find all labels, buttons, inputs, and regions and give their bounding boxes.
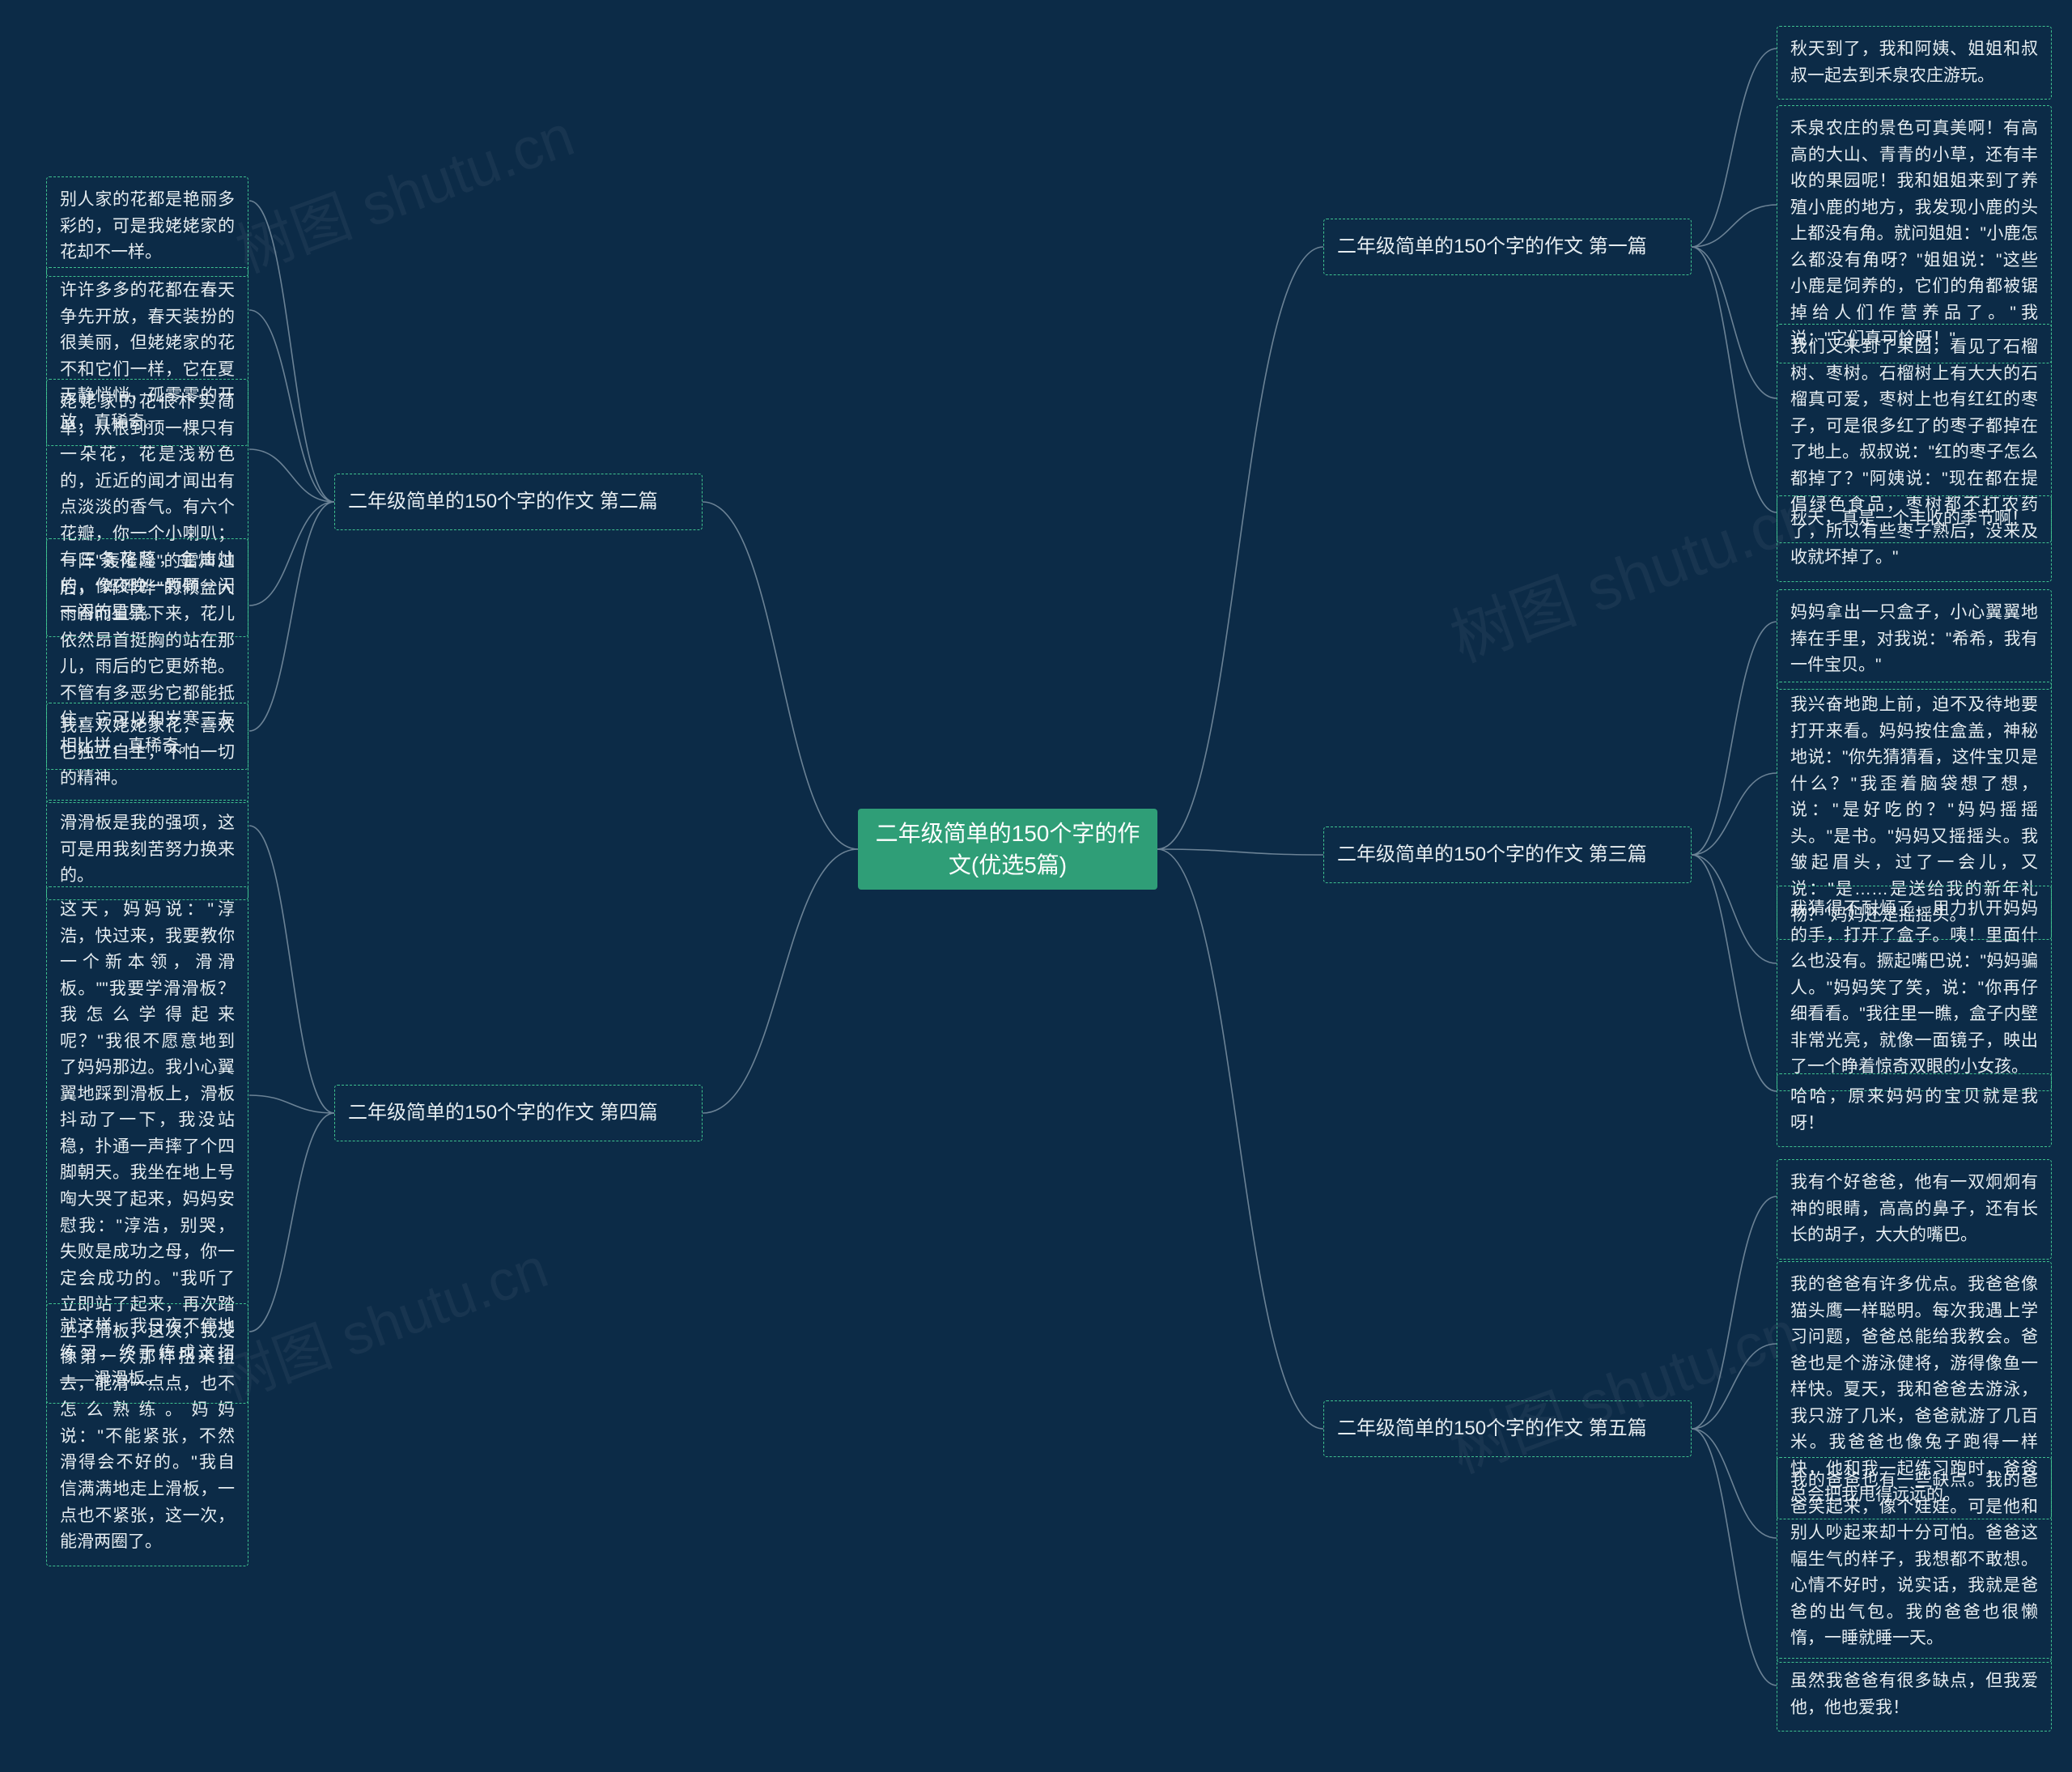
leaf-node[interactable]: 秋天，真是一个丰收的季节啊！	[1777, 495, 2052, 543]
root-title: 二年级简单的150个字的作文(优选5篇)	[874, 818, 1141, 881]
leaf-text: 我有个好爸爸，他有一双炯炯有神的眼睛，高高的鼻子，还有长长的胡子，大大的嘴巴。	[1790, 1173, 2038, 1244]
leaf-text: 就这样，我日夜不停地练习，终于练成这招——滑滑板。	[60, 1317, 235, 1388]
branch-label: 二年级简单的150个字的作文 第四篇	[348, 1100, 658, 1126]
leaf-text: 我喜欢姥姥家花，喜欢它独立自主，不怕一切的精神。	[60, 716, 235, 788]
leaf-node[interactable]: 虽然我爸爸有很多缺点，但我爱他，他也爱我！	[1777, 1658, 2052, 1732]
leaf-text: 秋天，真是一个丰收的季节啊！	[1790, 509, 2028, 528]
branch-node-2[interactable]: 二年级简单的150个字的作文 第二篇	[334, 474, 703, 530]
leaf-text: 虽然我爸爸有很多缺点，但我爱他，他也爱我！	[1790, 1672, 2038, 1717]
leaf-node[interactable]: 秋天到了，我和阿姨、姐姐和叔叔一起去到禾泉农庄游玩。	[1777, 26, 2052, 100]
branch-label: 二年级简单的150个字的作文 第五篇	[1337, 1416, 1647, 1442]
leaf-text: 妈妈拿出一只盒子，小心翼翼地捧在手里，对我说："希希，我有一件宝贝。"	[1790, 603, 2038, 674]
root-node[interactable]: 二年级简单的150个字的作文(优选5篇)	[858, 809, 1157, 890]
leaf-text: 别人家的花都是艳丽多彩的，可是我姥姥家的花却不一样。	[60, 190, 235, 261]
branch-label: 二年级简单的150个字的作文 第二篇	[348, 489, 658, 515]
branch-label: 二年级简单的150个字的作文 第一篇	[1337, 234, 1647, 260]
leaf-node[interactable]: 我喜欢姥姥家花，喜欢它独立自主，不怕一切的精神。	[46, 703, 248, 803]
leaf-node[interactable]: 我猜得不耐烦了，用力扒开妈妈的手，打开了盒子。咦！里面什么也没有。撅起嘴巴说："…	[1777, 886, 2052, 1091]
mindmap-canvas: 树图 shutu.cn 树图 shutu.cn 树图 shutu.cn 树图 s…	[0, 0, 2072, 1772]
leaf-node[interactable]: 妈妈拿出一只盒子，小心翼翼地捧在手里，对我说："希希，我有一件宝贝。"	[1777, 589, 2052, 690]
leaf-node[interactable]: 我有个好爸爸，他有一双炯炯有神的眼睛，高高的鼻子，还有长长的胡子，大大的嘴巴。	[1777, 1159, 2052, 1260]
watermark: 树图 shutu.cn	[207, 1223, 558, 1417]
leaf-node[interactable]: 哈哈，原来妈妈的宝贝就是我呀！	[1777, 1073, 2052, 1147]
leaf-text: 滑滑板是我的强项，这可是用我刻苦努力换来的。	[60, 814, 235, 885]
branch-node-4[interactable]: 二年级简单的150个字的作文 第四篇	[334, 1085, 703, 1141]
leaf-node[interactable]: 我的爸爸也有一些缺点。我的爸爸笑起来，像个娃娃。可是他和别人吵起来却十分可怕。爸…	[1777, 1457, 2052, 1663]
branch-node-5[interactable]: 二年级简单的150个字的作文 第五篇	[1323, 1400, 1692, 1457]
leaf-text: 禾泉农庄的景色可真美啊！有高高的大山、青青的小草，还有丰收的果园呢！我和姐姐来到…	[1790, 119, 2038, 348]
branch-node-3[interactable]: 二年级简单的150个字的作文 第三篇	[1323, 827, 1692, 883]
watermark: 树图 shutu.cn	[1437, 464, 1827, 680]
leaf-text: 这天，妈妈说："淳浩，快过来，我要教你一个新本领，滑滑板。""我要学滑滑板？我怎…	[60, 900, 235, 1551]
leaf-node[interactable]: 我们又来到了果园，看见了石榴树、枣树。石榴树上有大大的石榴真可爱，枣树上也有红红…	[1777, 324, 2052, 582]
leaf-node[interactable]: 滑滑板是我的强项，这可是用我刻苦努力换来的。	[46, 800, 248, 900]
leaf-text: 哈哈，原来妈妈的宝贝就是我呀！	[1790, 1087, 2038, 1132]
branch-label: 二年级简单的150个字的作文 第三篇	[1337, 842, 1647, 868]
leaf-node[interactable]: 就这样，我日夜不停地练习，终于练成这招——滑滑板。	[46, 1303, 248, 1404]
leaf-text: 秋天到了，我和阿姨、姐姐和叔叔一起去到禾泉农庄游玩。	[1790, 40, 2038, 85]
leaf-text: 我猜得不耐烦了，用力扒开妈妈的手，打开了盒子。咦！里面什么也没有。撅起嘴巴说："…	[1790, 899, 2038, 1076]
watermark: 树图 shutu.cn	[1437, 1285, 1807, 1490]
leaf-node[interactable]: 这天，妈妈说："淳浩，快过来，我要教你一个新本领，滑滑板。""我要学滑滑板？我怎…	[46, 886, 248, 1566]
watermark: 树图 shutu.cn	[223, 88, 584, 289]
leaf-node[interactable]: 别人家的花都是艳丽多彩的，可是我姥姥家的花却不一样。	[46, 176, 248, 277]
branch-node-1[interactable]: 二年级简单的150个字的作文 第一篇	[1323, 219, 1692, 275]
leaf-text: 我的爸爸也有一些缺点。我的爸爸笑起来，像个娃娃。可是他和别人吵起来却十分可怕。爸…	[1790, 1471, 2038, 1647]
